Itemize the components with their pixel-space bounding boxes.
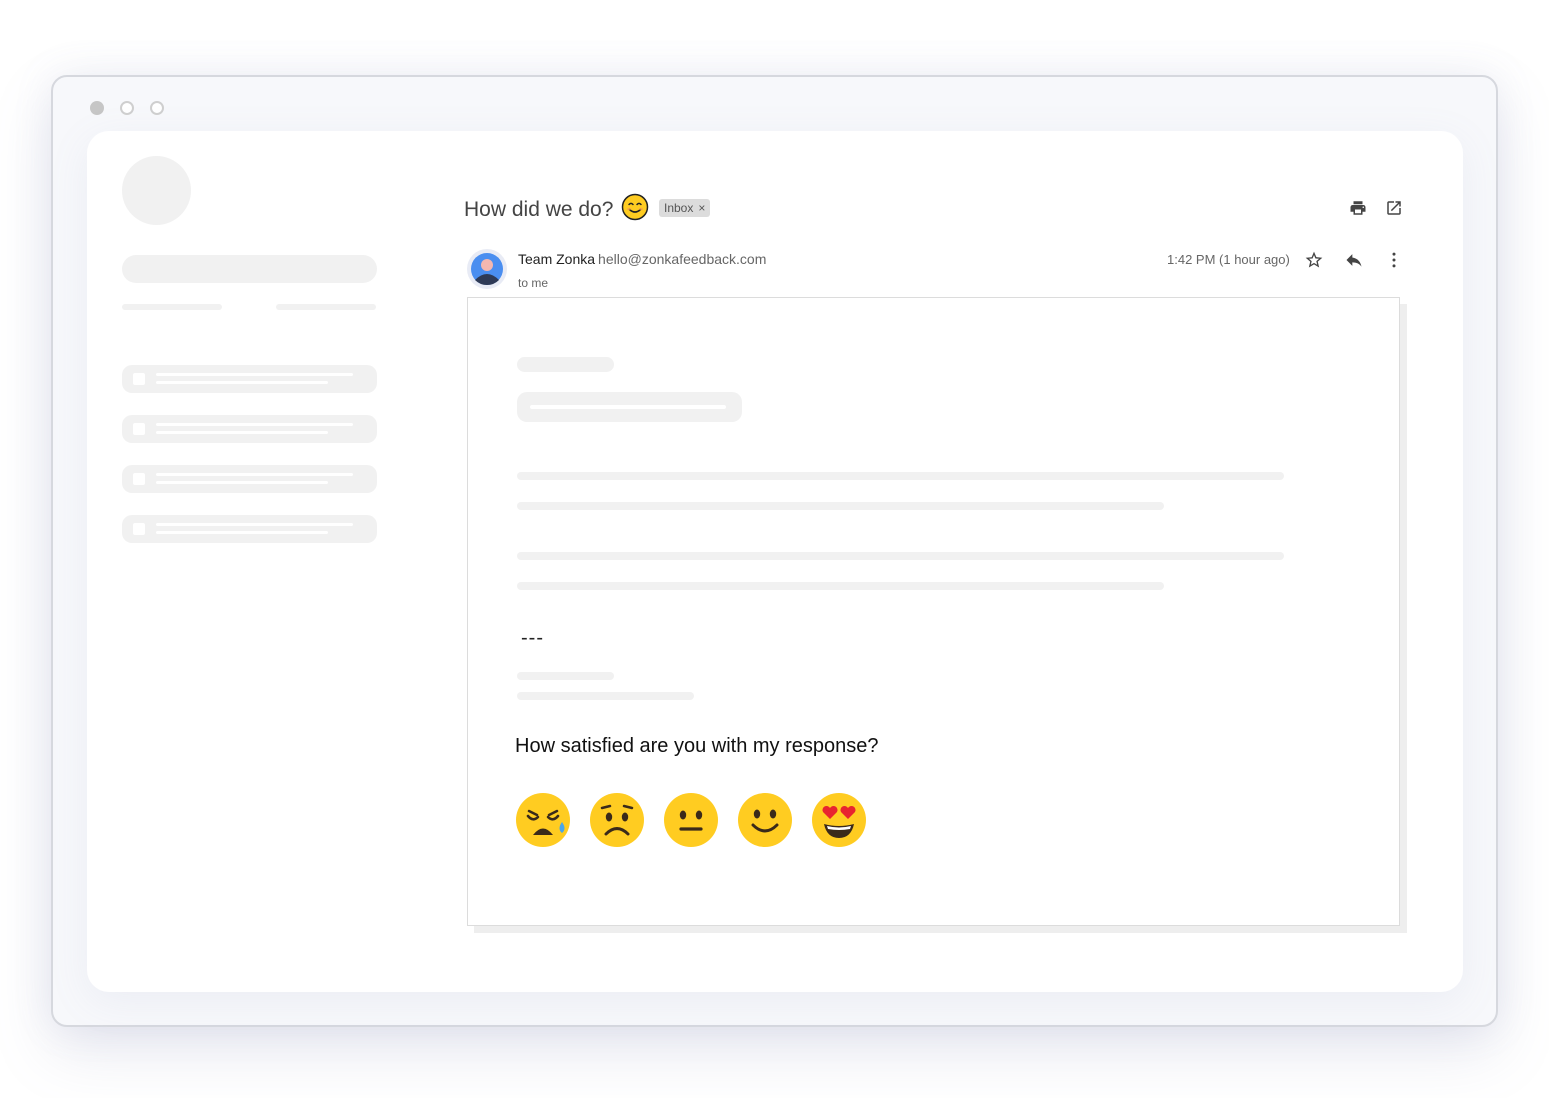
reply-icon[interactable] [1343,249,1365,271]
body-text-placeholder [517,502,1164,510]
recipient-text[interactable]: to me [518,276,548,290]
smiling-face-icon[interactable] [736,791,794,849]
star-icon[interactable] [1303,249,1325,271]
body-text-placeholder [517,582,1164,590]
heart-eyes-face-icon[interactable] [810,791,868,849]
crying-face-icon[interactable] [514,791,572,849]
sender-name: Team Zonka [518,251,596,267]
sidebar-item-placeholder[interactable] [122,465,377,493]
sidebar-line-placeholder [122,304,222,310]
window-close-dot[interactable] [90,101,104,115]
open-in-new-icon[interactable] [1383,197,1405,219]
sidebar-line-placeholder [276,304,376,310]
window-minimize-dot[interactable] [120,101,134,115]
sidebar-item-placeholder[interactable] [122,415,377,443]
window-maximize-dot[interactable] [150,101,164,115]
more-vert-icon[interactable] [1383,249,1405,271]
sidebar-avatar-placeholder [122,156,191,225]
body-heading-placeholder [517,357,614,372]
print-icon[interactable] [1347,197,1369,219]
body-text-placeholder [517,552,1284,560]
sender: Team Zonka hello@zonkafeedback.com [518,251,766,267]
body-text-placeholder [517,472,1284,480]
email-subject: How did we do? [464,193,649,227]
body-button-placeholder [517,392,742,422]
avatar [467,249,507,289]
signature-placeholder [517,672,614,680]
sidebar-item-placeholder[interactable] [122,365,377,393]
smiling-face-icon [621,193,649,227]
inbox-label[interactable]: Inbox × [659,199,711,217]
inbox-label-text: Inbox [664,201,694,215]
signature-separator: --- [521,627,544,649]
sidebar-compose-placeholder [122,255,377,283]
sidebar-item-placeholder[interactable] [122,515,377,543]
frowning-face-icon[interactable] [588,791,646,849]
email-timestamp: 1:42 PM (1 hour ago) [1167,252,1290,267]
sender-email: hello@zonkafeedback.com [598,251,767,267]
subject-text: How did we do? [464,198,614,221]
signature-placeholder [517,692,694,700]
neutral-face-icon[interactable] [662,791,720,849]
survey-question: How satisfied are you with my response? [515,735,879,757]
remove-label-icon[interactable]: × [698,201,705,215]
